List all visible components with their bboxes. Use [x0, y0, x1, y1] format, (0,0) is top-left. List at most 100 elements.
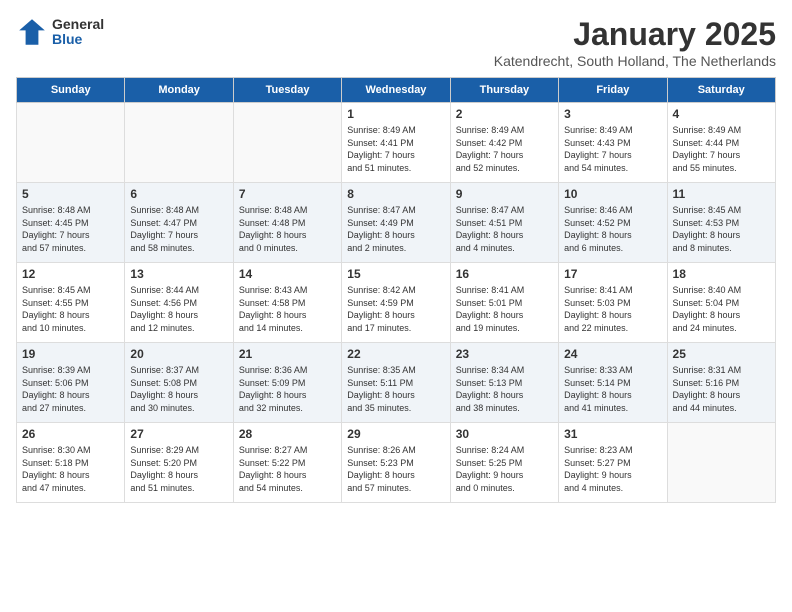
calendar-cell: 8 Sunrise: 8:47 AM Sunset: 4:49 PM Daylig…	[342, 183, 450, 263]
day-number: 7	[239, 187, 336, 201]
day-info: Sunrise: 8:41 AM Sunset: 5:01 PM Dayligh…	[456, 284, 553, 334]
day-info: Sunrise: 8:31 AM Sunset: 5:16 PM Dayligh…	[673, 364, 770, 414]
day-info: Sunrise: 8:33 AM Sunset: 5:14 PM Dayligh…	[564, 364, 661, 414]
day-number: 27	[130, 427, 227, 441]
day-info: Sunrise: 8:49 AM Sunset: 4:41 PM Dayligh…	[347, 124, 444, 174]
day-info: Sunrise: 8:24 AM Sunset: 5:25 PM Dayligh…	[456, 444, 553, 494]
day-info: Sunrise: 8:26 AM Sunset: 5:23 PM Dayligh…	[347, 444, 444, 494]
calendar-cell: 11 Sunrise: 8:45 AM Sunset: 4:53 PM Dayli…	[667, 183, 775, 263]
calendar-cell: 5 Sunrise: 8:48 AM Sunset: 4:45 PM Daylig…	[17, 183, 125, 263]
calendar-week-4: 19Sunrise: 8:39 AM Sunset: 5:06 PM Dayli…	[17, 343, 776, 423]
calendar-cell: 19Sunrise: 8:39 AM Sunset: 5:06 PM Dayli…	[17, 343, 125, 423]
day-info: Sunrise: 8:42 AM Sunset: 4:59 PM Dayligh…	[347, 284, 444, 334]
day-info: Sunrise: 8:49 AM Sunset: 4:43 PM Dayligh…	[564, 124, 661, 174]
page-header: General Blue January 2025 Katendrecht, S…	[16, 16, 776, 69]
day-number: 20	[130, 347, 227, 361]
day-info: Sunrise: 8:43 AM Sunset: 4:58 PM Dayligh…	[239, 284, 336, 334]
calendar-cell: 1 Sunrise: 8:49 AM Sunset: 4:41 PM Daylig…	[342, 103, 450, 183]
calendar-cell: 28 Sunrise: 8:27 AM Sunset: 5:22 PM Dayli…	[233, 423, 341, 503]
calendar-cell: 21Sunrise: 8:36 AM Sunset: 5:09 PM Dayli…	[233, 343, 341, 423]
day-header-thursday: Thursday	[450, 78, 558, 103]
day-number: 9	[456, 187, 553, 201]
calendar-cell: 23Sunrise: 8:34 AM Sunset: 5:13 PM Dayli…	[450, 343, 558, 423]
logo: General Blue	[16, 16, 104, 48]
day-number: 25	[673, 347, 770, 361]
calendar-cell: 6Sunrise: 8:48 AM Sunset: 4:47 PM Daylig…	[125, 183, 233, 263]
calendar-cell	[667, 423, 775, 503]
day-header-saturday: Saturday	[667, 78, 775, 103]
day-number: 17	[564, 267, 661, 281]
day-number: 6	[130, 187, 227, 201]
day-header-tuesday: Tuesday	[233, 78, 341, 103]
calendar-cell: 31Sunrise: 8:23 AM Sunset: 5:27 PM Dayli…	[559, 423, 667, 503]
calendar-cell	[233, 103, 341, 183]
calendar-header-row: SundayMondayTuesdayWednesdayThursdayFrid…	[17, 78, 776, 103]
day-header-sunday: Sunday	[17, 78, 125, 103]
day-number: 11	[673, 187, 770, 201]
day-info: Sunrise: 8:49 AM Sunset: 4:44 PM Dayligh…	[673, 124, 770, 174]
day-number: 8	[347, 187, 444, 201]
calendar-cell: 16Sunrise: 8:41 AM Sunset: 5:01 PM Dayli…	[450, 263, 558, 343]
logo-general: General	[52, 17, 104, 32]
day-number: 1	[347, 107, 444, 121]
calendar-cell: 20 Sunrise: 8:37 AM Sunset: 5:08 PM Dayli…	[125, 343, 233, 423]
day-number: 4	[673, 107, 770, 121]
location-subtitle: Katendrecht, South Holland, The Netherla…	[494, 53, 776, 69]
day-number: 18	[673, 267, 770, 281]
calendar-week-2: 5 Sunrise: 8:48 AM Sunset: 4:45 PM Daylig…	[17, 183, 776, 263]
calendar-cell: 3 Sunrise: 8:49 AM Sunset: 4:43 PM Daylig…	[559, 103, 667, 183]
day-info: Sunrise: 8:46 AM Sunset: 4:52 PM Dayligh…	[564, 204, 661, 254]
logo-text: General Blue	[52, 17, 104, 48]
day-number: 5	[22, 187, 119, 201]
calendar-cell: 17Sunrise: 8:41 AM Sunset: 5:03 PM Dayli…	[559, 263, 667, 343]
calendar-table: SundayMondayTuesdayWednesdayThursdayFrid…	[16, 77, 776, 503]
calendar-cell: 27 Sunrise: 8:29 AM Sunset: 5:20 PM Dayli…	[125, 423, 233, 503]
calendar-week-1: 1 Sunrise: 8:49 AM Sunset: 4:41 PM Daylig…	[17, 103, 776, 183]
day-info: Sunrise: 8:27 AM Sunset: 5:22 PM Dayligh…	[239, 444, 336, 494]
day-number: 26	[22, 427, 119, 441]
logo-icon	[16, 16, 48, 48]
calendar-week-3: 12 Sunrise: 8:45 AM Sunset: 4:55 PM Dayli…	[17, 263, 776, 343]
title-section: January 2025 Katendrecht, South Holland,…	[494, 16, 776, 69]
day-number: 3	[564, 107, 661, 121]
calendar-cell: 2Sunrise: 8:49 AM Sunset: 4:42 PM Daylig…	[450, 103, 558, 183]
day-info: Sunrise: 8:37 AM Sunset: 5:08 PM Dayligh…	[130, 364, 227, 414]
day-number: 23	[456, 347, 553, 361]
day-info: Sunrise: 8:48 AM Sunset: 4:48 PM Dayligh…	[239, 204, 336, 254]
day-number: 21	[239, 347, 336, 361]
day-number: 12	[22, 267, 119, 281]
calendar-cell: 9 Sunrise: 8:47 AM Sunset: 4:51 PM Daylig…	[450, 183, 558, 263]
day-number: 13	[130, 267, 227, 281]
day-info: Sunrise: 8:49 AM Sunset: 4:42 PM Dayligh…	[456, 124, 553, 174]
day-number: 28	[239, 427, 336, 441]
day-info: Sunrise: 8:30 AM Sunset: 5:18 PM Dayligh…	[22, 444, 119, 494]
calendar-cell: 29 Sunrise: 8:26 AM Sunset: 5:23 PM Dayli…	[342, 423, 450, 503]
day-number: 15	[347, 267, 444, 281]
day-info: Sunrise: 8:45 AM Sunset: 4:55 PM Dayligh…	[22, 284, 119, 334]
day-info: Sunrise: 8:40 AM Sunset: 5:04 PM Dayligh…	[673, 284, 770, 334]
calendar-cell: 30Sunrise: 8:24 AM Sunset: 5:25 PM Dayli…	[450, 423, 558, 503]
day-info: Sunrise: 8:29 AM Sunset: 5:20 PM Dayligh…	[130, 444, 227, 494]
calendar-cell: 12 Sunrise: 8:45 AM Sunset: 4:55 PM Dayli…	[17, 263, 125, 343]
day-info: Sunrise: 8:45 AM Sunset: 4:53 PM Dayligh…	[673, 204, 770, 254]
day-number: 10	[564, 187, 661, 201]
day-number: 19	[22, 347, 119, 361]
calendar-cell: 13Sunrise: 8:44 AM Sunset: 4:56 PM Dayli…	[125, 263, 233, 343]
calendar-cell	[17, 103, 125, 183]
day-info: Sunrise: 8:35 AM Sunset: 5:11 PM Dayligh…	[347, 364, 444, 414]
calendar-cell: 7 Sunrise: 8:48 AM Sunset: 4:48 PM Daylig…	[233, 183, 341, 263]
calendar-cell: 22 Sunrise: 8:35 AM Sunset: 5:11 PM Dayli…	[342, 343, 450, 423]
day-info: Sunrise: 8:47 AM Sunset: 4:51 PM Dayligh…	[456, 204, 553, 254]
logo-blue: Blue	[52, 32, 104, 47]
day-info: Sunrise: 8:47 AM Sunset: 4:49 PM Dayligh…	[347, 204, 444, 254]
day-header-wednesday: Wednesday	[342, 78, 450, 103]
day-header-friday: Friday	[559, 78, 667, 103]
day-number: 24	[564, 347, 661, 361]
day-number: 14	[239, 267, 336, 281]
day-number: 29	[347, 427, 444, 441]
day-number: 31	[564, 427, 661, 441]
day-info: Sunrise: 8:48 AM Sunset: 4:45 PM Dayligh…	[22, 204, 119, 254]
day-number: 22	[347, 347, 444, 361]
calendar-cell	[125, 103, 233, 183]
month-title: January 2025	[494, 16, 776, 53]
